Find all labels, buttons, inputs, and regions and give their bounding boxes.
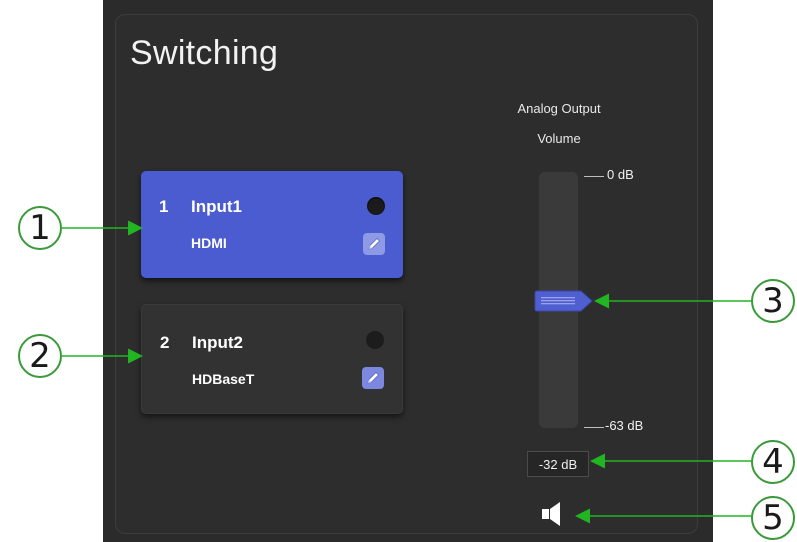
callout-2: 2 (18, 334, 62, 378)
callout-1: 1 (18, 206, 62, 250)
callout-3: 3 (751, 279, 795, 323)
callout-5: 5 (751, 496, 795, 540)
callout-4: 4 (751, 440, 795, 484)
callout-arrows (62, 220, 755, 524)
